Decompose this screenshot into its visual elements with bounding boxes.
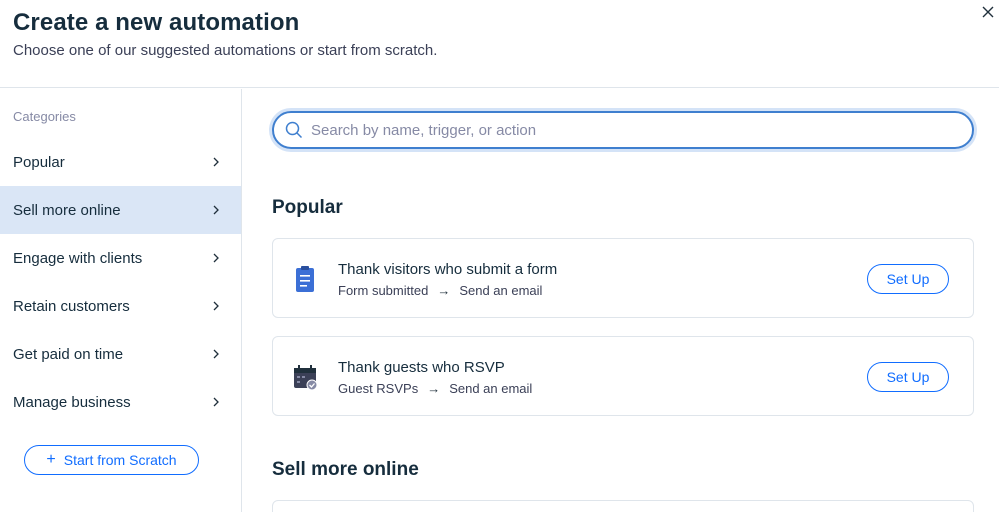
sidebar-item-manage-business[interactable]: Manage business <box>0 378 241 426</box>
card-action: Send an email <box>459 283 543 298</box>
search-input[interactable] <box>311 121 951 139</box>
card-flow: Guest RSVPs → Send an email <box>338 381 532 396</box>
section-title-sell-more-online: Sell more online <box>272 459 419 480</box>
sidebar-item-popular[interactable]: Popular <box>0 138 241 186</box>
sidebar-item-engage-with-clients[interactable]: Engage with clients <box>0 234 241 282</box>
card-trigger: Guest RSVPs <box>338 381 419 396</box>
card-title: Thank visitors who submit a form <box>338 261 558 278</box>
page-title: Create a new automation <box>13 9 300 36</box>
chevron-right-icon <box>213 157 219 167</box>
sidebar-item-retain-customers[interactable]: Retain customers <box>0 282 241 330</box>
chevron-right-icon <box>213 301 219 311</box>
automation-card[interactable] <box>272 500 974 512</box>
calendar-check-icon <box>294 365 318 391</box>
categories-sidebar: Categories Popular Sell more online Enga… <box>0 89 242 512</box>
chevron-right-icon <box>213 397 219 407</box>
sidebar-item-label: Manage business <box>13 393 131 411</box>
set-up-button[interactable]: Set Up <box>867 362 949 392</box>
main-panel: Popular Thank visitors who submit a form… <box>242 89 999 512</box>
card-title: Thank guests who RSVP <box>338 359 505 376</box>
card-flow: Form submitted → Send an email <box>338 283 542 298</box>
card-action: Send an email <box>449 381 533 396</box>
sidebar-item-label: Engage with clients <box>13 249 143 267</box>
categories-heading: Categories <box>13 109 76 124</box>
arrow-right-icon: → <box>427 381 441 396</box>
card-trigger: Form submitted <box>338 283 429 298</box>
sidebar-item-label: Popular <box>13 153 65 171</box>
automation-card[interactable]: Thank visitors who submit a form Form su… <box>272 238 974 318</box>
dialog-header: Create a new automation Choose one of ou… <box>0 0 999 88</box>
page-subtitle: Choose one of our suggested automations … <box>13 42 438 59</box>
chevron-right-icon <box>213 253 219 263</box>
close-button[interactable] <box>977 3 999 25</box>
start-from-scratch-button[interactable]: + Start from Scratch <box>24 445 199 475</box>
chevron-right-icon <box>213 205 219 215</box>
start-from-scratch-label: Start from Scratch <box>63 452 177 468</box>
clipboard-form-icon <box>296 266 314 292</box>
section-title-popular: Popular <box>272 197 343 218</box>
chevron-right-icon <box>213 349 219 359</box>
search-bar[interactable] <box>272 111 974 149</box>
arrow-right-icon: → <box>437 283 451 298</box>
sidebar-item-label: Retain customers <box>13 297 130 315</box>
sidebar-item-sell-more-online[interactable]: Sell more online <box>0 186 241 234</box>
sidebar-item-label: Get paid on time <box>13 345 124 363</box>
search-icon <box>285 121 303 139</box>
sidebar-item-get-paid-on-time[interactable]: Get paid on time <box>0 330 241 378</box>
automation-card[interactable]: Thank guests who RSVP Guest RSVPs → Send… <box>272 336 974 416</box>
close-icon <box>982 6 994 18</box>
set-up-button[interactable]: Set Up <box>867 264 949 294</box>
plus-icon: + <box>46 451 56 468</box>
sidebar-item-label: Sell more online <box>13 201 121 219</box>
